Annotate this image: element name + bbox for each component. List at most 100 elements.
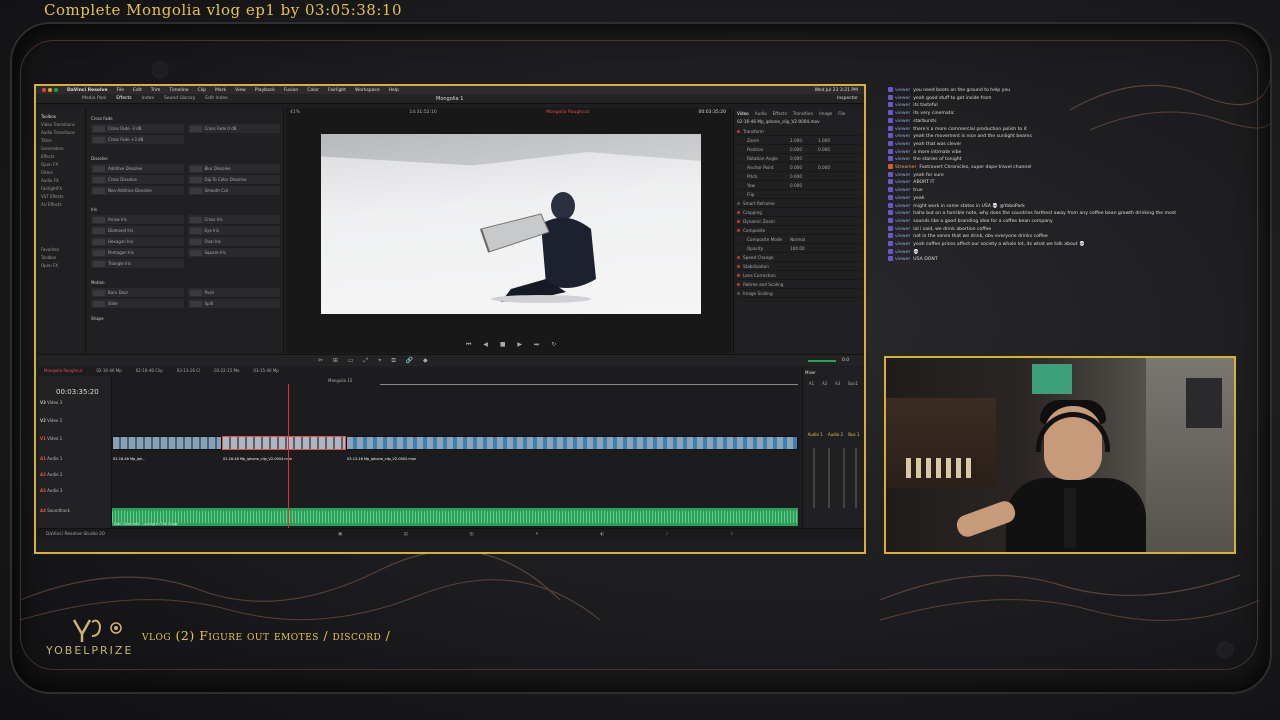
inspector-field[interactable]: Opacity 100.00 <box>737 244 861 253</box>
fx-item[interactable]: Smooth Cut <box>187 186 280 195</box>
fx-item[interactable]: Non-Additive Dissolve <box>91 186 184 195</box>
tab-index[interactable]: Index <box>142 96 154 101</box>
inspector-field[interactable]: Pitch 0.000 <box>737 172 861 181</box>
menu-color[interactable]: Color <box>307 88 319 93</box>
fx-nav-item[interactable]: Toolbox <box>41 255 82 260</box>
fx-item[interactable]: Barn Door <box>91 288 184 297</box>
track-header-a2[interactable]: A2 Audio 2 <box>40 472 62 477</box>
inspector-toggle[interactable]: Inspector <box>837 96 858 101</box>
fx-nav-item[interactable]: Generators <box>41 146 82 151</box>
viewer-clip-name[interactable]: Mongolia Roughcut <box>546 110 589 115</box>
fx-nav-item[interactable]: Favorites <box>41 247 82 252</box>
mixer-fader[interactable] <box>843 448 845 508</box>
video-frame[interactable] <box>321 134 701 314</box>
track-header-v3[interactable]: V3 Video 3 <box>40 400 62 405</box>
track-header-v2[interactable]: V2 Video 2 <box>40 418 62 423</box>
timeline-clip-selected[interactable]: 02-16-46 Mp_iphone_clip_V2-0004.mov <box>222 436 346 461</box>
viewer-zoom[interactable]: 41% <box>290 110 300 115</box>
fx-nav-item[interactable]: Filters <box>41 170 82 175</box>
fx-nav-item[interactable]: VST Effects <box>41 194 82 199</box>
fx-item[interactable]: Diamond Iris <box>91 226 184 235</box>
inspector-field[interactable]: Yaw 0.000 <box>737 181 861 190</box>
fx-item[interactable]: Pentagon Iris <box>91 248 184 257</box>
track-area[interactable]: Mongolia 1S 02-16-46 Mp_iph.. 02-16-46 M… <box>112 376 800 536</box>
fx-item[interactable]: Dip To Color Dissolve <box>187 175 280 184</box>
fx-nav-item[interactable]: Audio Transitions <box>41 130 82 135</box>
tab-edit-index[interactable]: Edit Index <box>205 96 228 101</box>
page-tabs[interactable]: ▣ ▤ ▥ ✦ ◐ ♪ ⇪ <box>338 532 764 537</box>
inspector-section[interactable]: Image Scaling <box>737 289 861 298</box>
timeline-tab[interactable]: 02-16-46 Clip <box>136 368 163 376</box>
mixer-fader[interactable] <box>855 448 857 508</box>
fx-item[interactable]: Blur Dissolve <box>187 164 280 173</box>
menu-fusion[interactable]: Fusion <box>284 88 298 93</box>
menu-clip[interactable]: Clip <box>197 88 206 93</box>
fx-item[interactable]: Arrow Iris <box>91 215 184 224</box>
timeline-tab[interactable]: Mongolia Roughcut <box>44 368 82 376</box>
inspector-field[interactable]: Zoom 1.000 1.000 <box>737 136 861 145</box>
fx-nav-item[interactable]: Effects <box>41 154 82 159</box>
inspector-section[interactable]: Smart Reframe <box>737 199 861 208</box>
track-header-v1[interactable]: V1 Video 1 <box>40 436 62 441</box>
timeline-tab[interactable]: 02-16-46 Mp <box>96 368 121 376</box>
timeline[interactable]: Mongolia Roughcut 02-16-46 Mp 02-16-46 C… <box>38 368 800 536</box>
soundtrack-audio-clip[interactable]: Epic Cinematic - Loving In The Snow <box>112 508 798 526</box>
mixer-fader[interactable] <box>828 448 830 508</box>
fx-item[interactable]: Eye Iris <box>187 226 280 235</box>
inspector-field[interactable]: Rotation Angle 0.000 <box>737 154 861 163</box>
fx-nav-item[interactable]: Audio FX <box>41 178 82 183</box>
inspector-section-composite[interactable]: Composite <box>737 226 861 235</box>
menu-help[interactable]: Help <box>389 88 399 93</box>
menu-mark[interactable]: Mark <box>215 88 226 93</box>
timeline-tab[interactable]: 03-13-16 Cl <box>177 368 200 376</box>
inspector-field[interactable]: Flip <box>737 190 861 199</box>
fx-nav-item[interactable]: Titles <box>41 138 82 143</box>
inspector-section[interactable]: Lens Correction <box>737 271 861 280</box>
menu-fairlight[interactable]: Fairlight <box>328 88 346 93</box>
fx-item[interactable]: Push <box>187 288 280 297</box>
fx-item[interactable]: Cross Iris <box>187 215 280 224</box>
menu-trim[interactable]: Trim <box>151 88 161 93</box>
inspector-tab-file[interactable]: File <box>838 111 845 116</box>
fx-nav-item[interactable]: AU Effects <box>41 202 82 207</box>
volume-slider[interactable] <box>808 360 836 362</box>
fx-nav-item[interactable]: Video Transitions <box>41 122 82 127</box>
menu-view[interactable]: View <box>235 88 246 93</box>
inspector-tab-effects[interactable]: Effects <box>773 111 787 116</box>
track-header-a3[interactable]: A3 Audio 3 <box>40 488 62 493</box>
fx-item[interactable]: Split <box>187 299 280 308</box>
tab-media-pool[interactable]: Media Pool <box>82 96 106 101</box>
fx-item[interactable]: Cross Fade 0 dB <box>187 124 280 133</box>
track-header-a1[interactable]: A1 Audio 1 <box>40 456 62 461</box>
window-controls[interactable] <box>42 88 58 92</box>
fx-nav-item[interactable]: FairlightFX <box>41 186 82 191</box>
fx-nav-item[interactable]: Open FX <box>41 162 82 167</box>
mixer-fader[interactable] <box>813 448 815 508</box>
inspector-tab-video[interactable]: Video <box>737 111 749 116</box>
timeline-clip[interactable]: 02-16-46 Mp_iph.. <box>112 436 222 461</box>
inspector-section-transform[interactable]: Transform <box>737 127 861 136</box>
fx-item[interactable]: Cross Fade +3 dB <box>91 135 184 144</box>
inspector-tab-audio[interactable]: Audio <box>755 111 767 116</box>
fx-item[interactable]: Additive Dissolve <box>91 164 184 173</box>
menu-file[interactable]: File <box>117 88 125 93</box>
fx-item[interactable]: Cross Dissolve <box>91 175 184 184</box>
tab-sound-library[interactable]: Sound Library <box>164 96 195 101</box>
edit-tools[interactable]: ✂ ⊞ ▭ ⤢ ⌖ ⧉ 🔗 ◆ <box>318 357 432 365</box>
fx-item[interactable]: Hexagon Iris <box>91 237 184 246</box>
inspector-field[interactable]: Composite Mode Normal <box>737 235 861 244</box>
timeline-tab[interactable]: 03-22-15 Me <box>214 368 239 376</box>
inspector-section[interactable]: Speed Change <box>737 253 861 262</box>
timeline-clip[interactable]: 03-13-16 Mp_iphone_clip_V2-0002.mov <box>346 436 798 461</box>
menu-playback[interactable]: Playback <box>255 88 275 93</box>
transport-controls[interactable]: ⏮ ◀ ■ ▶ ⏭ ↻ <box>466 341 561 349</box>
menu-workspace[interactable]: Workspace <box>355 88 380 93</box>
fx-item[interactable]: Cross Fade -3 dB <box>91 124 184 133</box>
inspector-section[interactable]: Cropping <box>737 208 861 217</box>
menu-edit[interactable]: Edit <box>133 88 142 93</box>
inspector-section[interactable]: Dynamic Zoom <box>737 217 861 226</box>
inspector-field[interactable]: Anchor Point 0.000 0.000 <box>737 163 861 172</box>
inspector-tab-image[interactable]: Image <box>819 111 832 116</box>
fx-item[interactable]: Slide <box>91 299 184 308</box>
fx-item[interactable]: Triangle Iris <box>91 259 184 268</box>
